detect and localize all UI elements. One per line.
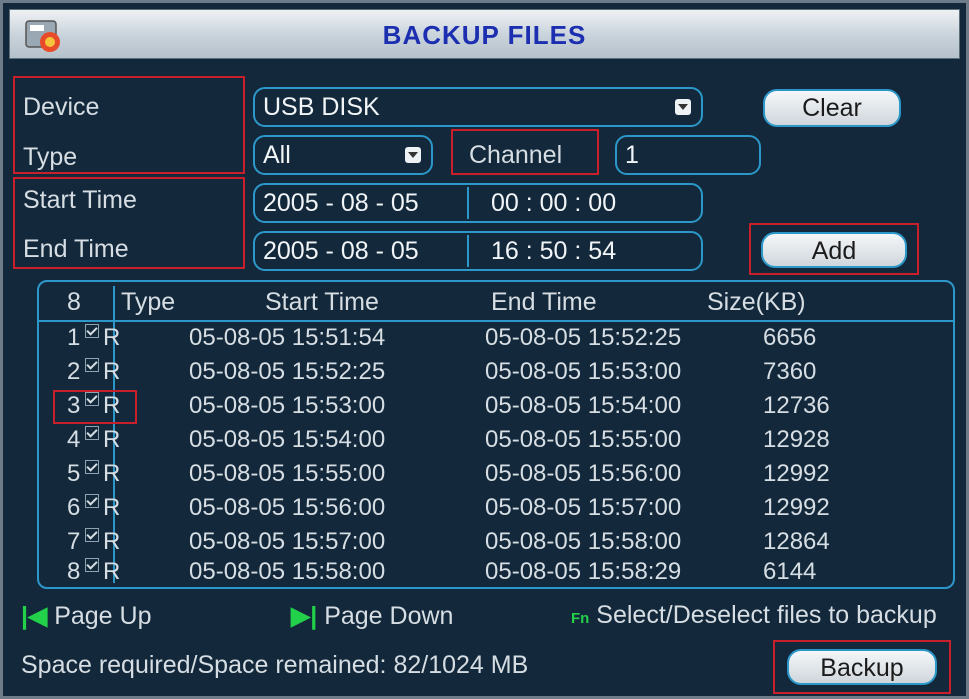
row-start-time: 05-08-05 15:56:00 xyxy=(189,494,386,521)
table-row[interactable]: 6 R 05-08-05 15:56:00 05-08-05 15:57:00 … xyxy=(39,494,953,528)
channel-label: Channel xyxy=(469,141,563,169)
header-size: Size(KB) xyxy=(707,288,806,316)
row-end-time: 05-08-05 15:54:00 xyxy=(485,392,682,419)
start-time-label: Start Time xyxy=(23,186,137,214)
table-row[interactable]: 2 R 05-08-05 15:52:25 05-08-05 15:53:00 … xyxy=(39,358,953,392)
row-size: 12992 xyxy=(763,460,830,487)
row-number: 6 xyxy=(67,494,81,521)
channel-input[interactable]: 1 xyxy=(615,135,761,175)
row-start-time: 05-08-05 15:54:00 xyxy=(189,426,386,453)
table-row[interactable]: 7 R 05-08-05 15:57:00 05-08-05 15:58:00 … xyxy=(39,528,953,562)
row-end-time: 05-08-05 15:58:00 xyxy=(485,528,682,555)
select-hint: Fn Select/Deselect files to backup xyxy=(571,601,937,630)
page-down-hint[interactable]: ▶| Page Down xyxy=(291,601,453,631)
type-select[interactable]: All xyxy=(253,135,433,175)
add-button[interactable]: Add xyxy=(761,232,907,268)
header-start-time: Start Time xyxy=(265,288,379,316)
row-type: R xyxy=(103,558,121,585)
device-label: Device xyxy=(23,93,100,121)
table-row[interactable]: 3 R 05-08-05 15:53:00 05-08-05 15:54:00 … xyxy=(39,390,953,426)
start-time-input[interactable]: 2005 - 08 - 05 00 : 00 : 00 xyxy=(253,183,703,223)
row-number: 7 xyxy=(67,528,81,555)
row-end-time: 05-08-05 15:53:00 xyxy=(485,358,682,385)
row-size: 12864 xyxy=(763,528,830,555)
type-value: All xyxy=(263,141,291,169)
backup-files-window: BACKUP FILES Device USB DISK Clear Type … xyxy=(0,0,969,699)
row-checkbox[interactable] xyxy=(85,460,99,474)
row-number: 2 xyxy=(67,358,81,385)
row-size: 7360 xyxy=(763,358,817,385)
space-status: Space required/Space remained: 82/1024 M… xyxy=(21,651,529,679)
row-start-time: 05-08-05 15:57:00 xyxy=(189,528,386,555)
row-start-time: 05-08-05 15:53:00 xyxy=(189,392,386,419)
row-size: 12992 xyxy=(763,494,830,521)
table-row[interactable]: 1 R 05-08-05 15:51:54 05-08-05 15:52:25 … xyxy=(39,324,953,358)
end-time-input[interactable]: 2005 - 08 - 05 16 : 50 : 54 xyxy=(253,231,703,271)
row-type: R xyxy=(103,358,121,385)
row-end-time: 05-08-05 15:56:00 xyxy=(485,460,682,487)
row-end-time: 05-08-05 15:52:25 xyxy=(485,324,682,351)
row-number: 1 xyxy=(67,324,81,351)
page-up-label: Page Up xyxy=(54,602,152,630)
header-divider xyxy=(39,320,953,322)
row-checkbox[interactable] xyxy=(85,558,99,572)
field-divider xyxy=(467,235,469,267)
start-time-value: 00 : 00 : 00 xyxy=(491,189,617,217)
end-time-label: End Time xyxy=(23,235,129,263)
row-start-time: 05-08-05 15:55:00 xyxy=(189,460,386,487)
row-size: 6656 xyxy=(763,324,817,351)
row-checkbox[interactable] xyxy=(85,494,99,508)
row-number: 4 xyxy=(67,426,81,453)
row-size: 6144 xyxy=(763,558,817,585)
clear-button[interactable]: Clear xyxy=(763,89,901,127)
start-date-value: 2005 - 08 - 05 xyxy=(263,189,419,217)
window-title: BACKUP FILES xyxy=(382,20,587,50)
select-hint-label: Select/Deselect files to backup xyxy=(596,601,937,629)
row-start-time: 05-08-05 15:52:25 xyxy=(189,358,386,385)
row-checkbox[interactable] xyxy=(85,392,99,406)
row-end-time: 05-08-05 15:57:00 xyxy=(485,494,682,521)
end-date-value: 2005 - 08 - 05 xyxy=(263,237,419,265)
row-type: R xyxy=(103,426,121,453)
row-type: R xyxy=(103,324,121,351)
row-checkbox[interactable] xyxy=(85,358,99,372)
end-time-value: 16 : 50 : 54 xyxy=(491,237,617,265)
row-size: 12736 xyxy=(763,392,830,419)
title-bar: BACKUP FILES xyxy=(9,9,960,59)
fn-key-icon: Fn xyxy=(571,610,590,627)
page-up-hint[interactable]: |◀ Page Up xyxy=(21,601,151,631)
header-end-time: End Time xyxy=(491,288,597,316)
row-size: 12928 xyxy=(763,426,830,453)
row-type: R xyxy=(103,392,121,419)
row-number: 5 xyxy=(67,460,81,487)
chevron-down-icon xyxy=(675,99,691,115)
row-checkbox[interactable] xyxy=(85,324,99,338)
field-divider xyxy=(467,187,469,219)
page-down-label: Page Down xyxy=(324,602,454,630)
row-start-time: 05-08-05 15:51:54 xyxy=(189,324,386,351)
table-row[interactable]: 5 R 05-08-05 15:55:00 05-08-05 15:56:00 … xyxy=(39,460,953,494)
row-type: R xyxy=(103,528,121,555)
row-start-time: 05-08-05 15:58:00 xyxy=(189,558,386,585)
table-row[interactable]: 8 R 05-08-05 15:58:00 05-08-05 15:58:29 … xyxy=(39,558,953,592)
row-type: R xyxy=(103,460,121,487)
device-value: USB DISK xyxy=(263,93,380,121)
page-up-icon: |◀ xyxy=(21,602,48,630)
row-number: 3 xyxy=(67,392,81,419)
backup-button[interactable]: Backup xyxy=(787,649,937,685)
type-label: Type xyxy=(23,143,78,171)
header-count: 8 xyxy=(67,288,81,316)
row-end-time: 05-08-05 15:58:29 xyxy=(485,558,682,585)
chevron-down-icon xyxy=(405,147,421,163)
row-type: R xyxy=(103,494,121,521)
row-checkbox[interactable] xyxy=(85,426,99,440)
row-checkbox[interactable] xyxy=(85,528,99,542)
row-number: 8 xyxy=(67,558,81,585)
file-list-table: 8 Type Start Time End Time Size(KB) 1 R … xyxy=(37,280,955,589)
table-row[interactable]: 4 R 05-08-05 15:54:00 05-08-05 15:55:00 … xyxy=(39,426,953,460)
row-end-time: 05-08-05 15:55:00 xyxy=(485,426,682,453)
header-type: Type xyxy=(121,288,176,316)
page-down-icon: ▶| xyxy=(291,602,318,630)
device-select[interactable]: USB DISK xyxy=(253,87,703,127)
